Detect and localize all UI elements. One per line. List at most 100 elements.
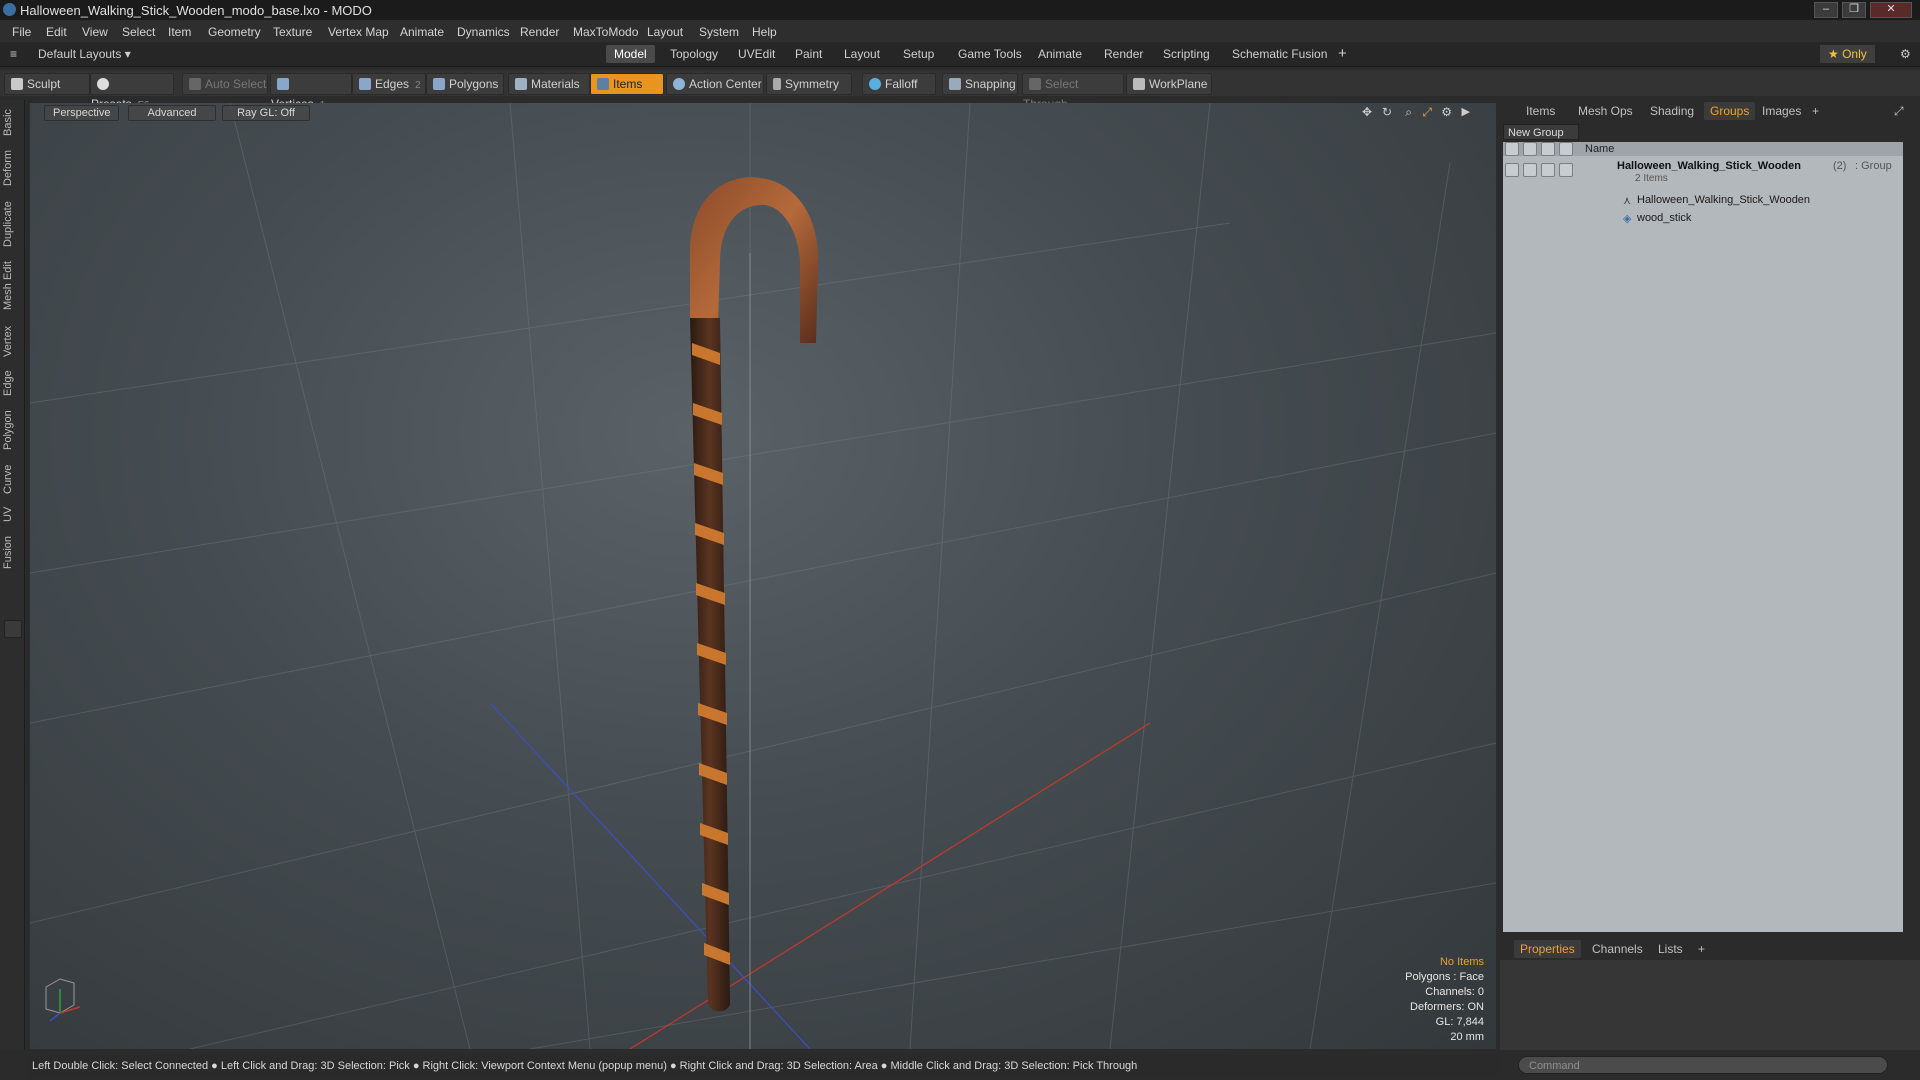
walking-stick-model[interactable] (690, 177, 819, 1012)
grid-lines (30, 103, 1496, 1049)
side-tab-curve[interactable]: Curve (2, 460, 22, 498)
lock-icon[interactable] (1523, 142, 1537, 156)
menu-select[interactable]: Select (122, 25, 155, 39)
side-tab-polygon[interactable]: Polygon (2, 406, 22, 454)
panel-expand-icon[interactable]: ⤢ (1888, 102, 1910, 120)
tab-model[interactable]: Model (606, 45, 655, 63)
side-tab-uv[interactable]: UV (2, 502, 22, 526)
view-mode-dropdown[interactable]: Perspective (44, 105, 120, 121)
materials-button[interactable]: Materials (508, 73, 590, 95)
items-button[interactable]: Items (590, 73, 664, 95)
group-lock-toggle[interactable] (1523, 163, 1537, 177)
rotate-view-icon[interactable]: ↻ (1382, 105, 1392, 119)
side-tab-basic[interactable]: Basic (2, 106, 22, 140)
workplane-button[interactable]: WorkPlane (1126, 73, 1212, 95)
symmetry-button[interactable]: Symmetry (766, 73, 852, 95)
gear-icon[interactable]: ⚙ (1892, 45, 1919, 63)
side-tab-mesh-edit[interactable]: Mesh Edit (2, 258, 22, 314)
raygl-toggle[interactable]: Ray GL: Off (222, 105, 310, 121)
auto-select-button[interactable]: Auto Select (182, 73, 268, 95)
group-render-toggle[interactable] (1559, 163, 1573, 177)
list-item[interactable]: ⋏ Halloween_Walking_Stick_Wooden (1503, 192, 1903, 210)
new-group-button[interactable]: New Group (1503, 124, 1579, 140)
materials-icon (515, 78, 527, 90)
viewport-settings-icon[interactable]: ⚙ (1441, 105, 1452, 119)
group-row[interactable]: Halloween_Walking_Stick_Wooden (2) : Gro… (1503, 158, 1903, 186)
sculpt-button[interactable]: Sculpt (4, 73, 90, 95)
move-view-icon[interactable]: ✥ (1362, 105, 1372, 119)
falloff-button[interactable]: Falloff (862, 73, 936, 95)
status-bar: Left Double Click: Select Connected ● Le… (28, 1055, 1498, 1077)
menu-layout[interactable]: Layout (647, 25, 683, 39)
layout-selector[interactable]: Default Layouts ▾ (30, 45, 139, 63)
tab-animate[interactable]: Animate (1030, 45, 1090, 63)
menu-help[interactable]: Help (752, 25, 777, 39)
side-tab-duplicate[interactable]: Duplicate (2, 196, 22, 252)
group-visibility-toggle[interactable] (1505, 163, 1519, 177)
tab-lists[interactable]: Lists (1652, 940, 1689, 958)
menu-edit[interactable]: Edit (46, 25, 67, 39)
action-center-button[interactable]: Action Center (666, 73, 764, 95)
tab-schematic-fusion[interactable]: Schematic Fusion (1224, 45, 1335, 63)
tab-scripting[interactable]: Scripting (1155, 45, 1218, 63)
polygons-button[interactable]: Polygons (426, 73, 504, 95)
add-layout-button[interactable]: + (1330, 45, 1355, 63)
select-icon[interactable] (1541, 142, 1555, 156)
render-icon[interactable] (1559, 142, 1573, 156)
select-through-button[interactable]: Select Through (1022, 73, 1124, 111)
group-select-toggle[interactable] (1541, 163, 1555, 177)
tab-topology[interactable]: Topology (662, 45, 726, 63)
command-input[interactable]: Command (1518, 1056, 1888, 1074)
column-name: Name (1585, 143, 1615, 155)
menu-render[interactable]: Render (520, 25, 559, 39)
menu-maxtomodo[interactable]: MaxToModo (573, 25, 638, 39)
menu-dynamics[interactable]: Dynamics (457, 25, 510, 39)
vertices-button[interactable]: Vertices1 (270, 73, 352, 111)
viewport-expand-icon[interactable]: ▶ (1462, 105, 1470, 118)
minimize-icon[interactable]: – (1814, 2, 1838, 18)
list-item[interactable]: ◈ wood_stick (1503, 210, 1903, 228)
menu-animate[interactable]: Animate (400, 25, 444, 39)
tab-shading[interactable]: Shading (1644, 102, 1700, 120)
tab-render[interactable]: Render (1096, 45, 1151, 63)
edges-button[interactable]: Edges 2 (352, 73, 426, 95)
menu-item[interactable]: Item (168, 25, 191, 39)
restore-icon[interactable]: ❐ (1842, 2, 1866, 18)
workplane-icon (1133, 78, 1145, 90)
add-bottom-tab-button[interactable]: + (1692, 940, 1711, 958)
tab-items[interactable]: Items (1520, 102, 1561, 120)
tab-mesh-ops[interactable]: Mesh Ops (1572, 102, 1639, 120)
side-tab-fusion[interactable]: Fusion (2, 532, 22, 572)
tab-paint[interactable]: Paint (787, 45, 830, 63)
menu-texture[interactable]: Texture (273, 25, 312, 39)
layout-menu-icon[interactable]: ≡ (2, 45, 25, 63)
tab-properties[interactable]: Properties (1514, 940, 1581, 958)
tab-channels[interactable]: Channels (1586, 940, 1649, 958)
side-tab-deform[interactable]: Deform (2, 146, 22, 190)
add-tab-button[interactable]: + (1806, 102, 1825, 120)
tab-uvedit[interactable]: UVEdit (730, 45, 783, 63)
eye-icon[interactable] (1505, 142, 1519, 156)
only-toggle[interactable]: ★ Only (1820, 45, 1875, 63)
menu-system[interactable]: System (699, 25, 739, 39)
tab-images[interactable]: Images (1756, 102, 1807, 120)
fit-view-icon[interactable]: ⤢ (1422, 105, 1432, 120)
close-icon[interactable]: ✕ (1870, 2, 1912, 18)
side-tab-vertex[interactable]: Vertex (2, 320, 22, 362)
side-toggle-button[interactable] (4, 620, 22, 638)
menu-geometry[interactable]: Geometry (208, 25, 261, 39)
3d-viewport[interactable]: Perspective Advanced Ray GL: Off ✥ ↻ ⌕ ⤢… (30, 103, 1496, 1049)
presets-button[interactable]: PresetsF6 (90, 73, 174, 111)
snapping-button[interactable]: Snapping (942, 73, 1018, 95)
shading-mode-dropdown[interactable]: Advanced (128, 105, 216, 121)
snapping-icon (949, 78, 961, 90)
tab-groups[interactable]: Groups (1704, 102, 1756, 120)
zoom-view-icon[interactable]: ⌕ (1405, 105, 1412, 120)
menu-view[interactable]: View (82, 25, 108, 39)
tab-layout[interactable]: Layout (836, 45, 888, 63)
tab-game-tools[interactable]: Game Tools (950, 45, 1030, 63)
menu-file[interactable]: File (12, 25, 31, 39)
tab-setup[interactable]: Setup (895, 45, 942, 63)
menu-vertex-map[interactable]: Vertex Map (328, 25, 389, 39)
side-tab-edge[interactable]: Edge (2, 366, 22, 400)
